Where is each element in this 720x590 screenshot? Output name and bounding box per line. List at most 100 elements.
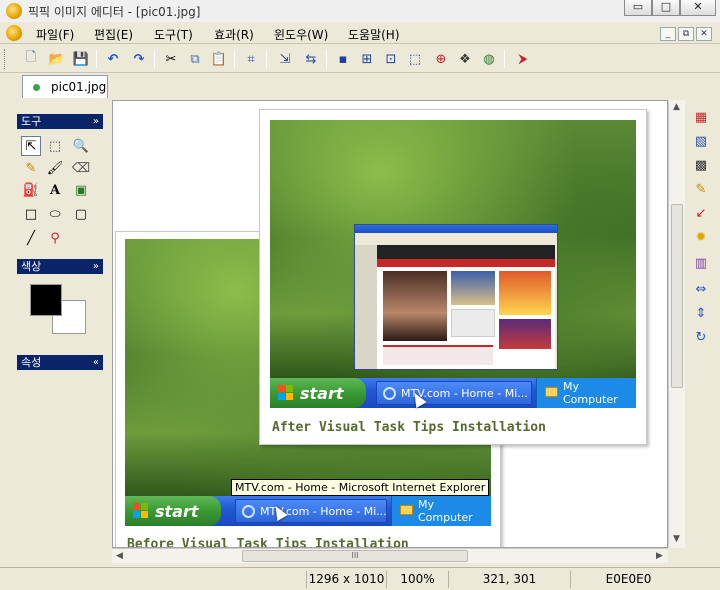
paste-icon[interactable]: 📋 <box>210 50 228 68</box>
scroll-down-arrow-icon[interactable]: ▼ <box>673 534 680 544</box>
foreground-color-swatch[interactable] <box>30 284 62 316</box>
rounded-rect-tool-icon[interactable]: ▢ <box>71 204 91 224</box>
flip-vertical-icon[interactable]: ⇕ <box>692 304 710 322</box>
cut-icon[interactable]: ✂ <box>162 50 180 68</box>
brush-tool-icon[interactable]: 🖌 <box>45 158 65 178</box>
page-promo-block <box>499 271 551 315</box>
after-start-button: start <box>270 378 366 408</box>
maximize-button[interactable]: □ <box>652 0 680 16</box>
pencil-tool-icon[interactable]: ✎ <box>21 158 41 178</box>
browser-window-thumbnail <box>354 224 558 370</box>
grid-icon[interactable]: ⊕ <box>432 50 450 68</box>
share-icon[interactable]: ⮞ <box>514 50 532 68</box>
crop-icon[interactable]: ⌗ <box>242 50 260 68</box>
properties-panel-header[interactable]: 속성 « <box>17 355 103 370</box>
pointer-tool-icon[interactable]: ⇱ <box>21 136 41 156</box>
add-icon[interactable]: ⊞ <box>358 50 376 68</box>
document-tab-bar: pic01.jpg <box>0 73 720 98</box>
rotate-icon[interactable]: ↻ <box>692 328 710 346</box>
rotate-icon[interactable]: ⇆ <box>302 50 320 68</box>
mosaic-icon[interactable]: ▩ <box>692 156 710 174</box>
status-zoom: 100% <box>386 571 448 588</box>
image-tool-icon[interactable]: ▣ <box>71 180 91 200</box>
menu-tools[interactable]: 도구(T) <box>154 26 193 43</box>
minimize-button[interactable]: ▭ <box>624 0 652 16</box>
flip-horizontal-icon[interactable]: ⇔ <box>692 280 710 298</box>
pen-icon[interactable]: ✎ <box>692 180 710 198</box>
image-canvas[interactable]: start MTV.com - Home - Mi... My Computer… <box>112 100 668 548</box>
vertical-scrollbar[interactable]: ▲ ▼ <box>668 100 685 548</box>
fill-tool-icon[interactable]: ⛽ <box>21 180 41 200</box>
after-tray: My Computer <box>536 378 636 408</box>
filter-icon[interactable]: ▦ <box>692 108 710 126</box>
before-start-label: start <box>155 501 199 521</box>
sparkle-icon[interactable]: ✹ <box>692 228 710 246</box>
app-menu-icon[interactable] <box>6 25 22 41</box>
marquee-tool-icon[interactable]: ⬚ <box>45 136 65 156</box>
globe-icon[interactable]: ◍ <box>480 50 498 68</box>
rect-icon[interactable]: ▪ <box>334 50 352 68</box>
status-coordinates: 321, 301 <box>448 571 570 588</box>
ellipse-tool-icon[interactable]: ⬭ <box>45 204 65 224</box>
toolbar-separator <box>154 50 155 68</box>
horizontal-scroll-thumb[interactable]: III <box>242 550 468 562</box>
rectangle-tool-icon[interactable]: □ <box>21 204 41 224</box>
menu-help[interactable]: 도움말(H) <box>348 26 400 43</box>
colors-panel-title: 색상 <box>21 260 42 273</box>
redo-icon[interactable]: ↷ <box>130 50 148 68</box>
colors-panel-header[interactable]: 색상 » <box>17 259 103 274</box>
expand-chevron-icon[interactable]: « <box>93 355 99 370</box>
taskbar-tooltip: MTV.com - Home - Microsoft Internet Expl… <box>231 479 490 496</box>
zoom-icon[interactable]: ⊡ <box>382 50 400 68</box>
collapse-chevron-icon[interactable]: » <box>93 114 99 129</box>
after-taskbar: start MTV.com - Home - Mi... My Computer <box>270 378 636 408</box>
eraser-tool-icon[interactable]: ⌫ <box>71 158 91 178</box>
menu-window[interactable]: 윈도우(W) <box>274 26 328 43</box>
vertical-scroll-thumb[interactable] <box>671 204 683 388</box>
before-tray: My Computer <box>391 496 491 526</box>
magnifier-tool-icon[interactable]: 🔍 <box>71 136 91 156</box>
arrow-icon[interactable]: ↙ <box>692 204 710 222</box>
toolbar-separator <box>504 50 505 68</box>
resize-icon[interactable]: ⇲ <box>276 50 294 68</box>
image-icon[interactable]: ▧ <box>692 132 710 150</box>
text-tool-icon[interactable]: A <box>45 180 65 200</box>
save-icon[interactable]: 💾 <box>72 50 90 68</box>
windows-flag-icon <box>133 503 149 519</box>
mdi-minimize-button[interactable]: _ <box>660 27 676 41</box>
status-color: E0E0E0 <box>570 571 686 588</box>
scroll-up-arrow-icon[interactable]: ▲ <box>673 102 680 112</box>
tools-panel-header[interactable]: 도구 » <box>17 114 103 129</box>
scroll-left-arrow-icon[interactable]: ◀ <box>116 551 123 561</box>
effect-icon[interactable]: ❖ <box>456 50 474 68</box>
left-panel: 도구 » ⇱ ⬚ 🔍 ✎ 🖌 ⌫ ⛽ A ▣ □ ⬭ ▢ ╱ ⚲ 색상 » 속성… <box>12 108 108 568</box>
menu-edit[interactable]: 편집(E) <box>94 26 133 43</box>
mdi-restore-button[interactable]: ⧉ <box>678 27 694 41</box>
scroll-right-arrow-icon[interactable]: ▶ <box>656 551 663 561</box>
new-file-icon[interactable]: 🗋 <box>22 50 40 68</box>
browser-title-bar <box>355 225 557 233</box>
menu-effects[interactable]: 효과(R) <box>214 26 254 43</box>
open-folder-icon[interactable]: 📂 <box>48 50 66 68</box>
after-taskbar-window-button: MTV.com - Home - Mi... <box>376 381 532 405</box>
copy-icon[interactable]: ⧉ <box>186 50 204 68</box>
collapse-chevron-icon[interactable]: » <box>93 259 99 274</box>
eyedropper-tool-icon[interactable]: ⚲ <box>45 228 65 248</box>
horizontal-scrollbar[interactable]: ◀ III ▶ <box>112 548 668 563</box>
gradient-icon[interactable]: ▥ <box>692 254 710 272</box>
toolbar-grip[interactable] <box>4 49 7 69</box>
page-nav-strip <box>377 259 555 267</box>
undo-icon[interactable]: ↶ <box>104 50 122 68</box>
tab-pic01[interactable]: pic01.jpg <box>22 75 108 98</box>
main-toolbar: 🗋 📂 💾 ↶ ↷ ✂ ⧉ 📋 ⌗ ⇲ ⇆ ▪ ⊞ ⊡ ⬚ ⊕ ❖ ◍ ⮞ <box>0 45 720 73</box>
menu-file[interactable]: 파일(F) <box>36 26 74 43</box>
windows-flag-icon <box>278 385 294 401</box>
close-button[interactable]: ✕ <box>680 0 716 16</box>
page-photo <box>451 271 495 305</box>
select-icon[interactable]: ⬚ <box>406 50 424 68</box>
toolbar-separator <box>96 50 97 68</box>
after-screenshot-card: start MTV.com - Home - Mi... My Computer… <box>259 109 647 445</box>
line-tool-icon[interactable]: ╱ <box>21 228 41 248</box>
title-bar: 픽픽 이미지 에디터 - [pic01.jpg] ▭ □ ✕ <box>0 0 720 22</box>
mdi-close-button[interactable]: ✕ <box>696 27 712 41</box>
